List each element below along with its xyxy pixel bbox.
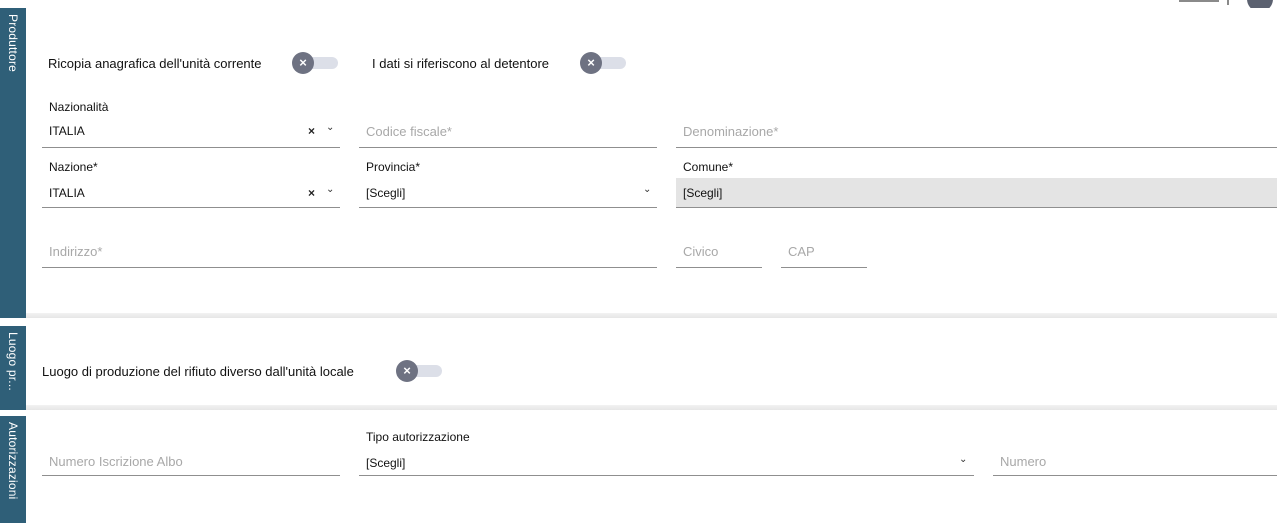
comune-value: [Scegli] [683, 186, 723, 200]
chevron-down-icon[interactable]: ⌄ [959, 454, 967, 465]
produttore-section: Produttore Ricopia anagrafica dell'unità… [0, 8, 1277, 318]
nazione-value: ITALIA [49, 186, 85, 200]
codice-fiscale-input[interactable]: Codice fiscale* [359, 100, 657, 148]
comune-label: Comune* [683, 160, 734, 174]
tipo-autorizzazione-label: Tipo autorizzazione [366, 430, 470, 444]
x-icon: × [292, 52, 314, 74]
chevron-down-icon[interactable]: ⌄ [326, 184, 334, 195]
cap-input[interactable]: CAP [781, 236, 867, 268]
autorizzazioni-tab-label: Autorizzazioni [6, 422, 20, 500]
denominazione-placeholder: Denominazione* [683, 124, 779, 139]
comune-label-wrap: Comune* [676, 160, 1277, 180]
luogo-tab-label: Luogo pr... [6, 332, 20, 391]
cap-placeholder: CAP [788, 244, 815, 259]
numero-input[interactable]: Numero [993, 442, 1277, 476]
autorizzazioni-section: Autorizzazioni Numero Iscrizione Albo Ti… [0, 416, 1277, 523]
x-icon: × [396, 360, 418, 382]
civico-input[interactable]: Civico [676, 236, 762, 268]
luogo-toggle-label: Luogo di produzione del rifiuto diverso … [42, 364, 354, 379]
indirizzo-placeholder: Indirizzo* [49, 244, 103, 259]
provincia-select[interactable]: Provincia* [Scegli] ⌄ [359, 160, 657, 208]
toolbar-divider [1179, 0, 1219, 2]
provincia-value: [Scegli] [366, 186, 406, 200]
holder-data-toggle[interactable]: × [580, 52, 626, 74]
form-page: Produttore Ricopia anagrafica dell'unità… [0, 0, 1277, 523]
codice-fiscale-placeholder: Codice fiscale* [366, 124, 452, 139]
chevron-down-icon[interactable]: ⌄ [643, 184, 651, 195]
numero-placeholder: Numero [1000, 454, 1047, 469]
clear-icon[interactable]: × [308, 124, 315, 138]
luogo-section: Luogo pr... Luogo di produzione del rifi… [0, 326, 1277, 410]
denominazione-input[interactable]: Denominazione* [676, 100, 1277, 148]
nazionalita-value: ITALIA [49, 124, 85, 138]
tipo-autorizzazione-select[interactable]: Tipo autorizzazione [Scegli] ⌄ [359, 430, 974, 476]
numero-iscrizione-input[interactable]: Numero Iscrizione Albo [42, 442, 340, 476]
clear-icon[interactable]: × [308, 186, 315, 200]
provincia-label: Provincia* [366, 160, 421, 174]
nazionalita-select[interactable]: Nazionalità ITALIA × ⌄ [42, 100, 340, 148]
tipo-autorizzazione-value: [Scegli] [366, 456, 406, 470]
produttore-tab-label: Produttore [6, 14, 20, 73]
numero-iscrizione-placeholder: Numero Iscrizione Albo [49, 454, 183, 469]
nazionalita-label: Nazionalità [49, 100, 109, 114]
x-icon: × [580, 52, 602, 74]
produttore-section-tab[interactable]: Produttore [0, 8, 26, 318]
chevron-down-icon[interactable]: ⌄ [326, 122, 334, 133]
luogo-toggle[interactable]: × [396, 360, 442, 382]
section-divider [26, 405, 1277, 410]
nazione-label: Nazione* [49, 160, 98, 174]
nazione-select[interactable]: Nazione* ITALIA × ⌄ [42, 160, 340, 208]
copy-data-toggle[interactable]: × [292, 52, 338, 74]
holder-data-label: I dati si riferiscono al detentore [372, 56, 550, 71]
section-divider [26, 313, 1277, 318]
comune-select[interactable]: [Scegli] [676, 178, 1277, 208]
civico-placeholder: Civico [683, 244, 719, 259]
indirizzo-input[interactable]: Indirizzo* [42, 236, 657, 268]
autorizzazioni-section-tab[interactable]: Autorizzazioni [0, 416, 26, 523]
copy-data-label: Ricopia anagrafica dell'unità corrente [48, 56, 262, 71]
toolbar-tick [1227, 0, 1229, 5]
luogo-section-tab[interactable]: Luogo pr... [0, 326, 26, 410]
